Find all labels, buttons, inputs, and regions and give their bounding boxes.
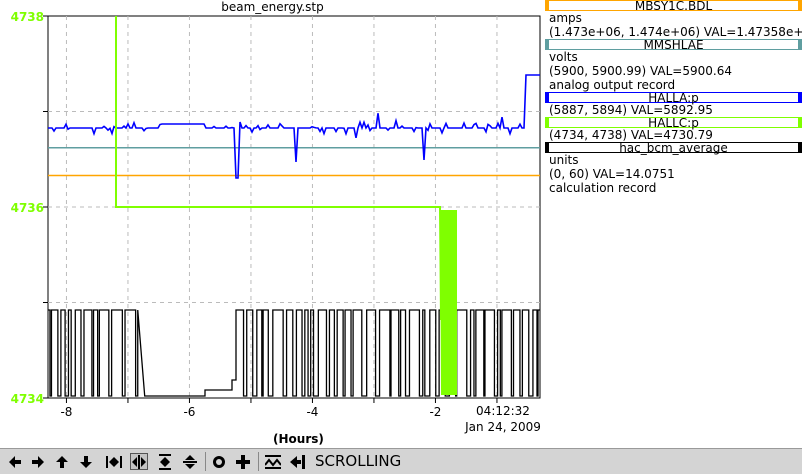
legend-range: (1.473e+06, 1.474e+06) VAL=1.47358e+06 [549, 25, 802, 39]
legend-bar-hac-bcm[interactable]: hac_bcm_average [545, 142, 802, 154]
x-axis-label: (Hours) [273, 432, 324, 446]
zoom-in-horizontal-icon[interactable] [105, 453, 123, 470]
legend-units: amps [549, 11, 582, 25]
scrolling-status: SCROLLING [315, 452, 402, 470]
legend-bar-mmshlae[interactable]: MMSHLAE [545, 39, 802, 51]
legend-range: (5887, 5894) VAL=5892.95 [549, 103, 713, 117]
config-icon[interactable] [210, 453, 228, 470]
y-tick-label: 4738 [11, 10, 44, 24]
cursor-icon[interactable] [288, 453, 306, 470]
legend-units: units [549, 153, 579, 167]
strip-chart-plot[interactable]: 4738 4736 4734 -8 -6 -4 -2 04:12:32 Jan 24, 2… [0, 0, 545, 448]
arrow-down-icon[interactable] [77, 453, 95, 470]
legend-bar-mbsy1c[interactable]: MBSY1C.BDL [545, 0, 802, 12]
legend-item-mbsy1c[interactable]: MBSY1C.BDL amps (1.473e+06, 1.474e+06) V… [545, 0, 802, 39]
legend-item-hac-bcm[interactable]: hac_bcm_average units (0, 60) VAL=14.075… [545, 142, 802, 195]
legend-units: volts [549, 50, 578, 64]
date-stamp: Jan 24, 2009 [464, 420, 541, 434]
arrow-up-icon[interactable] [53, 453, 71, 470]
x-tick-label: -8 [60, 405, 72, 419]
scroll-icon[interactable] [264, 453, 282, 470]
y-tick-label: 4734 [11, 392, 44, 406]
arrow-left-icon[interactable] [6, 453, 24, 470]
x-tick-labels: -8 -6 -4 -2 [60, 405, 441, 419]
arrow-right-icon[interactable] [29, 453, 47, 470]
toolbar-separator [258, 452, 259, 471]
x-tick-label: -6 [183, 405, 195, 419]
legend-bar-halla[interactable]: HALLA:p [545, 92, 802, 104]
x-tick-label: -2 [429, 405, 441, 419]
x-tick-label: -4 [306, 405, 318, 419]
legend-range: (4734, 4738) VAL=4730.79 [549, 128, 713, 142]
legend-item-halla[interactable]: HALLA:p (5887, 5894) VAL=5892.95 [545, 92, 802, 117]
zoom-out-vertical-icon[interactable] [181, 453, 199, 470]
legend-item-mmshlae[interactable]: MMSHLAE volts (5900, 5900.99) VAL=5900.6… [545, 39, 802, 92]
legend-desc: calculation record [549, 181, 657, 195]
legend-desc: analog output record [549, 78, 676, 92]
toolbar: SCROLLING [0, 448, 802, 474]
zoom-out-horizontal-icon[interactable] [130, 453, 148, 470]
legend-range: (0, 60) VAL=14.0751 [549, 167, 675, 181]
toolbar-separator [205, 452, 206, 471]
legend: MBSY1C.BDL amps (1.473e+06, 1.474e+06) V… [545, 0, 802, 448]
legend-item-hallc[interactable]: HALLC:p (4734, 4738) VAL=4730.79 [545, 117, 802, 142]
legend-range: (5900, 5900.99) VAL=5900.64 [549, 64, 732, 78]
y-tick-labels: 4738 4736 4734 [11, 10, 44, 406]
y-tick-label: 4736 [11, 201, 44, 215]
legend-bar-hallc[interactable]: HALLC:p [545, 117, 802, 129]
time-stamp: 04:12:32 [476, 404, 530, 418]
zoom-in-vertical-icon[interactable] [156, 453, 174, 470]
add-icon[interactable] [234, 453, 252, 470]
